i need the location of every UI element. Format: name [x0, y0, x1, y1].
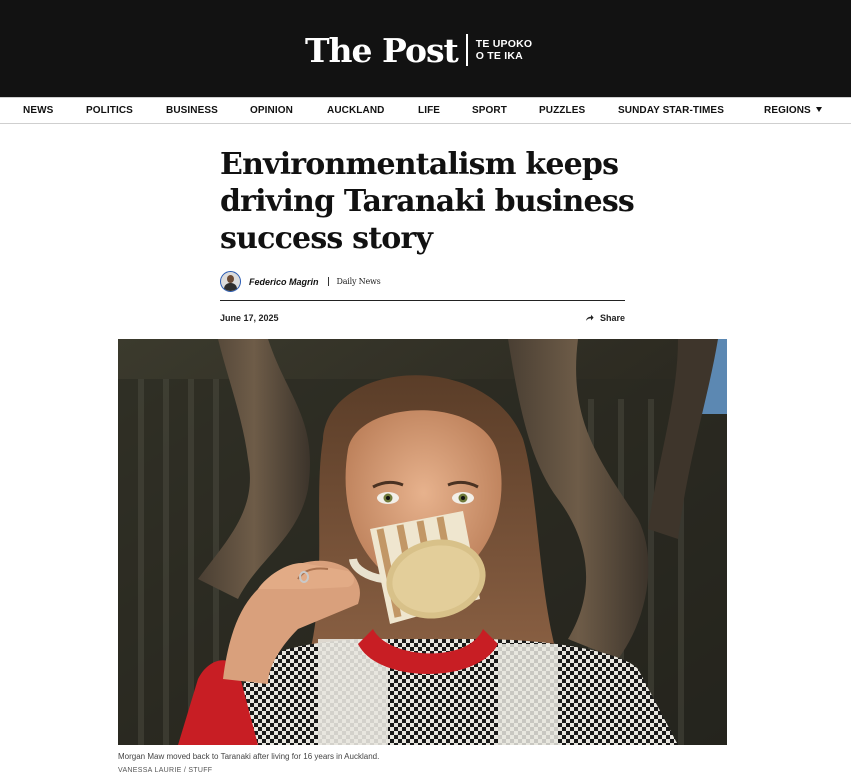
byline: Federico Magrin Daily News: [220, 271, 381, 292]
section-nav: NEWS POLITICS BUSINESS OPINION AUCKLAND …: [0, 97, 851, 124]
article-headline: Environmentalism keeps driving Taranaki …: [220, 146, 640, 257]
headline-line-3: success story: [220, 221, 433, 256]
photo-caption: Morgan Maw moved back to Taranaki after …: [118, 752, 380, 761]
share-button[interactable]: Share: [585, 313, 625, 323]
publish-date: June 17, 2025: [220, 313, 279, 323]
nav-item-sport[interactable]: SPORT: [472, 98, 507, 123]
hero-photo-illustration: [118, 339, 727, 745]
avatar-body: [223, 283, 237, 291]
byline-separator: [327, 277, 329, 286]
logo-divider: [465, 34, 468, 66]
nav-item-business[interactable]: BUSINESS: [166, 98, 218, 123]
publication-logo: Daily News: [336, 277, 381, 286]
nav-item-life[interactable]: LIFE: [418, 98, 440, 123]
share-label: Share: [600, 313, 626, 323]
nav-item-news[interactable]: NEWS: [23, 98, 53, 123]
site-logo[interactable]: The Post TE UPOKO O TE IKA: [305, 30, 532, 70]
nav-item-regions-label: REGIONS: [764, 105, 811, 116]
share-arrow-icon: [586, 314, 594, 321]
logo-subtitle-line-1: TE UPOKO: [475, 38, 533, 50]
nav-item-auckland[interactable]: AUCKLAND: [327, 98, 384, 123]
logo-wordmark: The Post: [305, 30, 459, 70]
nav-item-sunday-star-times[interactable]: SUNDAY STAR-TIMES: [618, 98, 724, 123]
avatar-head: [226, 275, 234, 283]
logo-subtitle: TE UPOKO O TE IKA: [476, 38, 532, 62]
logo-subtitle-line-2: O TE IKA: [475, 50, 523, 62]
nav-item-opinion[interactable]: OPINION: [250, 98, 293, 123]
masthead: The Post TE UPOKO O TE IKA: [0, 0, 851, 97]
author-name[interactable]: Federico Magrin: [249, 277, 319, 287]
author-avatar[interactable]: [220, 271, 241, 292]
nav-item-puzzles[interactable]: PUZZLES: [539, 98, 585, 123]
headline-line-1: Environmentalism keeps: [220, 147, 619, 182]
photo-credit: VANESSA LAURIE / STUFF: [118, 767, 213, 774]
nav-item-regions[interactable]: REGIONS: [764, 98, 822, 123]
byline-divider: [220, 300, 625, 301]
hero-photo[interactable]: [118, 339, 727, 745]
caret-down-icon: [815, 107, 822, 112]
headline-line-2: driving Taranaki business: [220, 184, 635, 219]
nav-item-politics[interactable]: POLITICS: [86, 98, 133, 123]
